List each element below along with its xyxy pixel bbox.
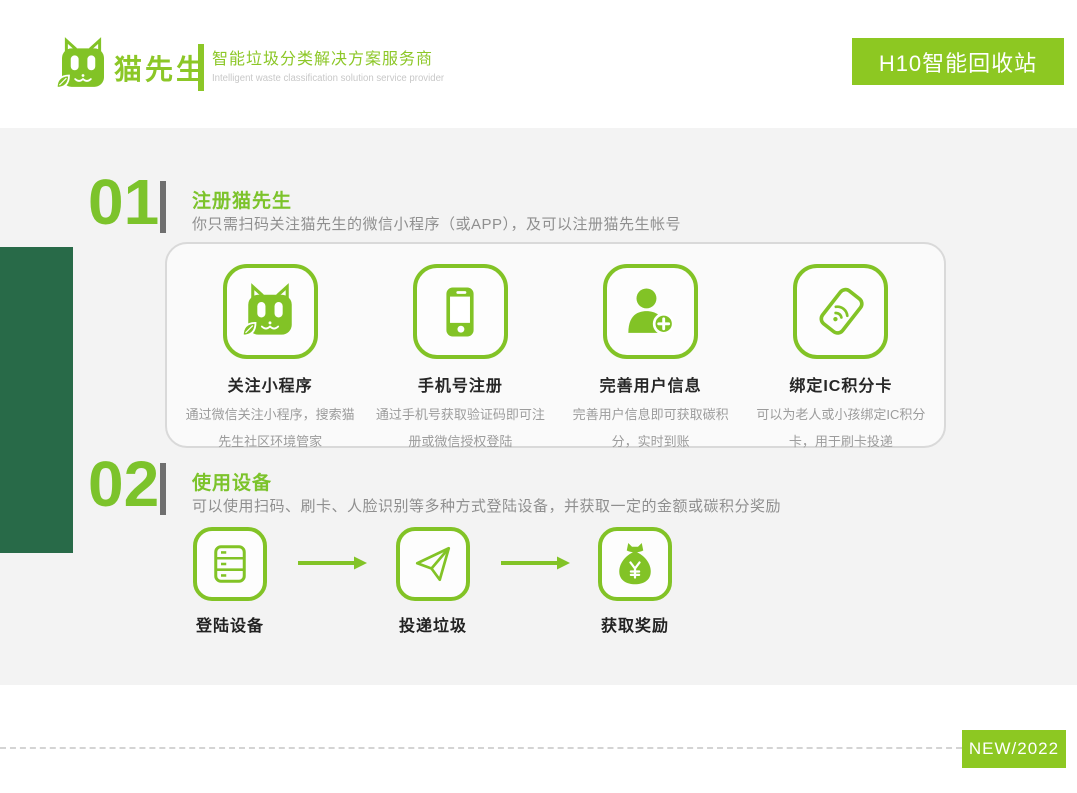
card-title: 完善用户信息 <box>600 372 702 396</box>
section-1-number: 01 <box>88 170 159 234</box>
card-title: 关注小程序 <box>228 372 313 396</box>
ic-card-icon <box>793 264 888 359</box>
arrow-right-icon <box>499 555 573 571</box>
brand-name: 猫先生 <box>114 48 207 88</box>
step-get-reward: 获取奖励 <box>575 527 695 636</box>
card-phone-register: 手机号注册 通过手机号获取验证码即可注册或微信授权登陆 <box>366 264 554 455</box>
section-2-title: 使用设备 <box>192 468 272 495</box>
phone-icon <box>413 264 508 359</box>
infographic-page: 猫先生 智能垃圾分类解决方案服务商 Intelligent waste clas… <box>0 0 1077 793</box>
decorative-side-block <box>0 247 73 553</box>
card-bind-ic-card: 绑定IC积分卡 可以为老人或小孩绑定IC积分卡，用于刷卡投递 <box>747 264 935 455</box>
footer-dashed-line <box>0 747 962 749</box>
step-label: 投递垃圾 <box>399 612 467 636</box>
card-description: 完善用户信息即可获取碳积分，实时到账 <box>565 401 737 455</box>
money-bag-icon <box>598 527 672 601</box>
step-label: 获取奖励 <box>601 612 669 636</box>
logo-divider <box>198 44 204 91</box>
section-1-divider <box>160 181 166 233</box>
card-complete-profile: 完善用户信息 完善用户信息即可获取碳积分，实时到账 <box>557 264 745 455</box>
user-add-icon <box>603 264 698 359</box>
step-login-device: 登陆设备 <box>170 527 290 636</box>
tagline-chinese: 智能垃圾分类解决方案服务商 <box>212 45 454 69</box>
year-badge: NEW/2022 <box>962 730 1066 768</box>
content-band: 01 注册猫先生 你只需扫码关注猫先生的微信小程序（或APP），及可以注册猫先生… <box>0 128 1077 685</box>
card-follow-mini-program: 关注小程序 通过微信关注小程序，搜索猫先生社区环境管家 <box>176 264 364 455</box>
tagline: 智能垃圾分类解决方案服务商 Intelligent waste classifi… <box>212 45 454 84</box>
card-description: 通过微信关注小程序，搜索猫先生社区环境管家 <box>184 401 356 455</box>
card-description: 通过手机号获取验证码即可注册或微信授权登陆 <box>374 401 546 455</box>
cat-logo-icon <box>55 36 111 94</box>
step-deliver-waste: 投递垃圾 <box>373 527 493 636</box>
arrow-right-icon <box>296 555 370 571</box>
section-2-description: 可以使用扫码、刷卡、人脸识别等多种方式登陆设备，并获取一定的金额或碳积分奖励 <box>192 495 781 516</box>
tagline-english: Intelligent waste classification solutio… <box>212 73 444 84</box>
card-description: 可以为老人或小孩绑定IC积分卡，用于刷卡投递 <box>755 401 927 455</box>
header: 猫先生 智能垃圾分类解决方案服务商 Intelligent waste clas… <box>0 0 1077 128</box>
register-cards-container: 关注小程序 通过微信关注小程序，搜索猫先生社区环境管家 手机号注册 通过手机号获… <box>165 242 946 448</box>
section-2-number: 02 <box>88 452 159 516</box>
step-label: 登陆设备 <box>196 612 264 636</box>
card-title: 绑定IC积分卡 <box>789 372 892 396</box>
device-login-icon <box>193 527 267 601</box>
section-2-divider <box>160 463 166 515</box>
product-badge: H10智能回收站 <box>852 38 1064 85</box>
paper-plane-icon <box>396 527 470 601</box>
cat-mini-program-icon <box>223 264 318 359</box>
section-1-title: 注册猫先生 <box>192 186 292 213</box>
section-1-description: 你只需扫码关注猫先生的微信小程序（或APP），及可以注册猫先生帐号 <box>192 213 681 234</box>
card-title: 手机号注册 <box>418 372 503 396</box>
